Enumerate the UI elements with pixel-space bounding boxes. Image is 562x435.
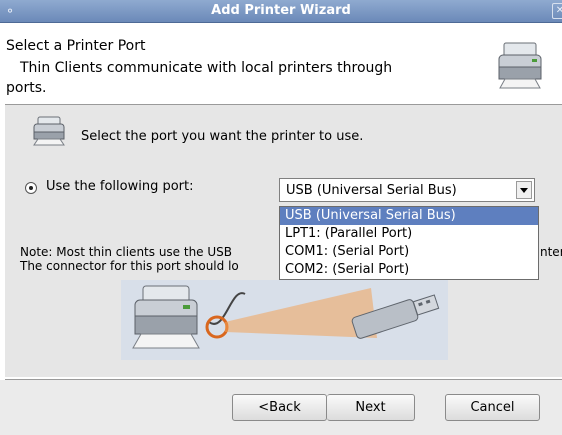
chevron-down-icon[interactable] [516, 181, 532, 199]
page-description-line2: ports. [6, 80, 47, 96]
printer-icon [33, 116, 65, 146]
page-description-line1: Thin Clients communicate with local prin… [20, 60, 393, 76]
page-title: Select a Printer Port [6, 38, 146, 54]
port-option-com2[interactable]: COM2: (Serial Port) [280, 261, 538, 279]
note-text-line1-tail: nter [540, 245, 562, 259]
window-title: Add Printer Wizard [211, 3, 351, 18]
title-bar: ⚬ Add Printer Wizard ✕ [0, 0, 562, 23]
note-text-line1: Note: Most thin clients use the USB [20, 245, 233, 259]
cancel-button[interactable]: Cancel [445, 394, 540, 421]
port-select-value: USB (Universal Serial Bus) [286, 183, 457, 198]
usb-illustration [121, 280, 448, 360]
note-text-line2: The connector for this port should lo [20, 259, 239, 273]
use-port-radio-label[interactable]: Use the following port: [46, 179, 194, 194]
port-select[interactable]: USB (Universal Serial Bus) [279, 178, 535, 202]
printer-icon [498, 42, 542, 89]
close-icon[interactable]: ✕ [552, 3, 562, 19]
next-button[interactable]: Next [327, 394, 415, 421]
wizard-header: Select a Printer Port Thin Clients commu… [0, 23, 562, 101]
port-option-com1[interactable]: COM1: (Serial Port) [280, 243, 538, 261]
use-port-radio[interactable] [25, 182, 37, 194]
port-option-usb[interactable]: USB (Universal Serial Bus) [280, 207, 538, 225]
port-dropdown-list[interactable]: USB (Universal Serial Bus) LPT1: (Parall… [279, 206, 539, 280]
printer-icon [132, 285, 200, 349]
usb-illustration-graphic [132, 285, 440, 349]
back-button[interactable]: <Back [232, 394, 327, 421]
port-option-lpt1[interactable]: LPT1: (Parallel Port) [280, 225, 538, 243]
wizard-footer: <Back Next Cancel [0, 380, 562, 435]
instruction-text: Select the port you want the printer to … [81, 129, 364, 144]
